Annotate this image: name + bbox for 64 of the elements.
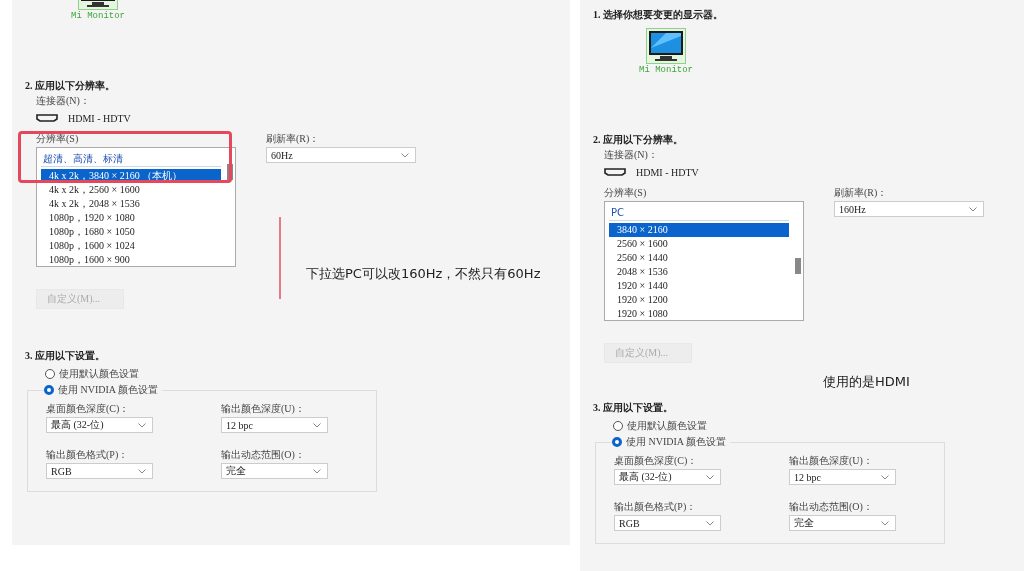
annotation-text: 下拉选PC可以改160Hz，不然只有60Hz: [306, 265, 541, 283]
chevron-down-icon: [138, 422, 146, 428]
chevron-down-icon: [401, 152, 409, 158]
list-group-header: 超清、高清、标清: [41, 152, 221, 167]
resolution-option[interactable]: 2560 × 1600: [609, 237, 789, 251]
chevron-down-icon: [881, 520, 889, 526]
resolution-option[interactable]: 1080p，1680 × 1050: [41, 225, 221, 239]
resolution-option[interactable]: 4k x 2k，2048 × 1536: [41, 197, 221, 211]
step-heading: 1. 选择你想要变更的显示器。: [593, 8, 724, 22]
refresh-rate-dropdown[interactable]: 160Hz: [834, 201, 984, 217]
refresh-rate-dropdown[interactable]: 60Hz: [266, 147, 416, 163]
chevron-down-icon: [881, 474, 889, 480]
setting-dropdown[interactable]: RGB: [46, 463, 153, 479]
setting-dropdown[interactable]: 12 bpc: [221, 417, 328, 433]
refresh-rate-label: 刷新率(R)：: [266, 132, 321, 146]
step-heading: 2. 应用以下分辨率。: [25, 79, 116, 93]
chevron-down-icon: [706, 474, 714, 480]
setting-label: 桌面颜色深度(C)：: [46, 402, 131, 416]
connector-value: HDMI - HDTV: [68, 112, 131, 124]
step-heading: 3. 应用以下设置。: [25, 349, 106, 363]
monitor-label: Mi Monitor: [71, 11, 125, 21]
annotation-text: 使用的是HDMI: [823, 373, 911, 391]
resolution-option[interactable]: 1080p，1920 × 1080: [41, 211, 221, 225]
hdmi-port-icon: [604, 168, 626, 176]
resolution-list[interactable]: PC 3840 × 2160 2560 × 1600 2560 × 1440 2048 × 1536 1920 × 1440 1920 × 1200 1920 × 1080: [604, 201, 804, 321]
connector-label: 连接器(N)：: [604, 148, 659, 162]
chevron-down-icon: [138, 468, 146, 474]
setting-dropdown[interactable]: 最高 (32-位): [46, 417, 153, 433]
setting-label: 桌面颜色深度(C)：: [614, 454, 699, 468]
resolution-option[interactable]: 1920 × 1080: [609, 307, 789, 321]
resolution-option[interactable]: 1920 × 1200: [609, 293, 789, 307]
monitor-icon[interactable]: [646, 28, 686, 64]
resolution-label: 分辨率(S): [604, 186, 648, 200]
setting-label: 输出颜色深度(U)：: [221, 402, 306, 416]
list-group-header: PC: [609, 206, 789, 221]
connector-value: HDMI - HDTV: [636, 166, 699, 178]
step-heading: 2. 应用以下分辨率。: [593, 133, 684, 147]
setting-dropdown[interactable]: 完全: [221, 463, 328, 479]
setting-label: 输出动态范围(O)：: [221, 448, 306, 462]
setting-dropdown[interactable]: 最高 (32-位): [614, 469, 721, 485]
connector-label: 连接器(N)：: [36, 94, 91, 108]
chevron-down-icon: [706, 520, 714, 526]
setting-label: 输出动态范围(O)：: [789, 500, 874, 514]
setting-label: 输出颜色深度(U)：: [789, 454, 874, 468]
setting-dropdown[interactable]: 12 bpc: [789, 469, 896, 485]
resolution-option[interactable]: 3840 × 2160: [609, 223, 789, 237]
chevron-down-icon: [313, 422, 321, 428]
step-heading: 3. 应用以下设置。: [593, 401, 674, 415]
setting-label: 输出颜色格式(P)：: [46, 448, 130, 462]
resolution-option[interactable]: 4k x 2k，2560 × 1600: [41, 183, 221, 197]
monitor-label: Mi Monitor: [639, 65, 693, 75]
resolution-label: 分辨率(S): [36, 132, 80, 146]
resolution-option[interactable]: 1080p，1600 × 900: [41, 253, 221, 267]
resolution-option[interactable]: 2560 × 1440: [609, 251, 789, 265]
resolution-option[interactable]: 2048 × 1536: [609, 265, 789, 279]
setting-dropdown[interactable]: 完全: [789, 515, 896, 531]
setting-dropdown[interactable]: RGB: [614, 515, 721, 531]
chevron-down-icon: [969, 206, 977, 212]
chevron-down-icon: [313, 468, 321, 474]
resolution-option[interactable]: 1920 × 1440: [609, 279, 789, 293]
resolution-option[interactable]: 1080p，1600 × 1024: [41, 239, 221, 253]
refresh-rate-label: 刷新率(R)：: [834, 186, 889, 200]
setting-label: 输出颜色格式(P)：: [614, 500, 698, 514]
hdmi-port-icon: [36, 114, 58, 122]
